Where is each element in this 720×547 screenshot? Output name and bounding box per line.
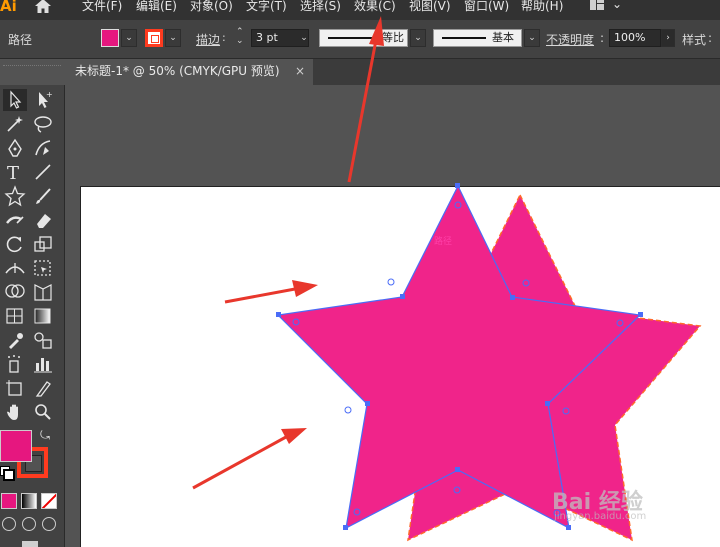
baidu-watermark-url: jingyan.baidu.com [554,511,647,522]
annotation-arrows [192,16,384,490]
canvas-artwork [192,16,702,542]
hover-path-label: 路径 [434,237,453,247]
